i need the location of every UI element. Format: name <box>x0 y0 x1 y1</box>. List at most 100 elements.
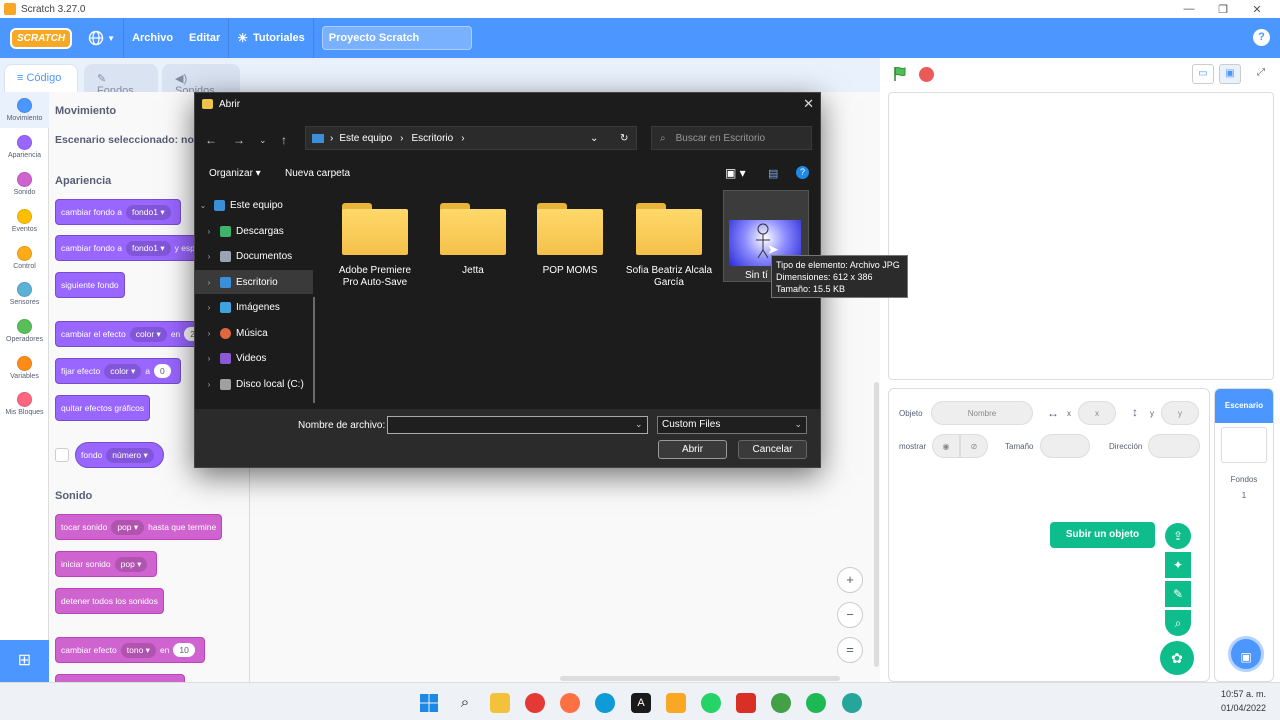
help-icon[interactable]: ? <box>1253 29 1270 46</box>
zoom-in-button[interactable]: + <box>837 567 863 593</box>
filename-input[interactable] <box>387 416 648 434</box>
block-play-sound-until-done[interactable]: tocar sonido pop ▾ hasta que termine <box>55 514 223 540</box>
block-clear-effects[interactable]: quitar efectos gráficos <box>55 395 151 421</box>
block-number-input[interactable]: 10 <box>173 643 195 657</box>
search-box[interactable]: ⌕ Buscar en Escritorio <box>651 126 812 150</box>
choose-backdrop-button[interactable]: ▣ <box>1228 636 1264 672</box>
project-title-input[interactable]: Proyecto Scratch <box>321 26 472 50</box>
show-hidden-button[interactable]: ⊘ <box>960 434 988 458</box>
block-set-effect[interactable]: fijar efecto color ▾ a 0 <box>55 358 181 384</box>
block-change-sound-effect[interactable]: cambiar efecto tono ▾ en 10 <box>55 637 205 663</box>
folder-item[interactable]: Sofia Beatriz Alcala García <box>623 203 715 289</box>
add-extension-button[interactable]: ⊞ <box>0 640 49 682</box>
taskbar-clock[interactable]: 10:57 a. m. 01/04/2022 <box>1221 687 1266 715</box>
sprite-name-input[interactable]: Nombre <box>931 401 1033 425</box>
firefox-icon[interactable] <box>560 693 580 713</box>
refresh-icon[interactable]: ↻ <box>620 133 628 144</box>
block-set-sound-effect[interactable] <box>55 674 185 682</box>
block-dropdown[interactable]: pop ▾ <box>114 556 148 572</box>
preview-pane-icon[interactable]: ▤ <box>768 167 778 180</box>
zoom-out-button[interactable]: − <box>837 602 863 628</box>
stop-icon[interactable] <box>919 67 934 82</box>
horizontal-scrollbar[interactable] <box>560 676 840 681</box>
vertical-scrollbar[interactable] <box>874 382 879 667</box>
editar-menu[interactable]: Editar <box>181 18 228 58</box>
folder-item[interactable]: Adobe Premiere Pro Auto-Save <box>330 203 420 289</box>
paint-sprite-button[interactable]: ✎ <box>1165 581 1191 607</box>
block-switch-backdrop-wait[interactable]: cambiar fondo a fondo1 ▾ y esperar <box>55 235 217 261</box>
stage-thumbnail[interactable] <box>1221 427 1267 463</box>
block-dropdown[interactable]: color ▾ <box>129 326 167 342</box>
edge-icon[interactable] <box>595 693 615 713</box>
forward-arrow-icon[interactable]: → <box>233 133 245 147</box>
cancel-button[interactable]: Cancelar <box>738 440 807 459</box>
stage-canvas[interactable] <box>888 92 1274 380</box>
chrome-profile-icon[interactable] <box>771 693 791 713</box>
category-control[interactable]: Control <box>0 246 49 270</box>
fullscreen-button[interactable]: ⤢ <box>1250 64 1272 84</box>
category-mis-bloques[interactable]: Mis Bloques <box>0 392 49 416</box>
tree-imagenes[interactable]: › Imágenes <box>195 295 313 319</box>
breadcrumb-este-equipo[interactable]: Este equipo <box>339 133 392 144</box>
block-next-backdrop[interactable]: siguiente fondo <box>55 272 125 298</box>
world-app-icon[interactable] <box>842 693 862 713</box>
surprise-sprite-button[interactable]: ✦ <box>1165 552 1191 578</box>
file-type-select[interactable]: Custom Files ⌄ <box>657 416 807 434</box>
spotify-icon[interactable] <box>806 693 826 713</box>
folder-item[interactable]: Jetta <box>428 203 518 277</box>
block-stop-all-sounds[interactable]: detener todos los sonidos <box>55 588 164 614</box>
category-operadores[interactable]: Operadores <box>0 319 49 343</box>
file-explorer-icon[interactable] <box>490 693 510 713</box>
minimize-button[interactable]: — <box>1172 0 1206 18</box>
reporter-checkbox[interactable] <box>55 448 69 462</box>
open-button[interactable]: Abrir <box>658 440 727 459</box>
y-input[interactable]: y <box>1161 401 1199 425</box>
tree-scrollbar[interactable] <box>313 297 315 403</box>
folder-item[interactable]: POP MOMS <box>525 203 615 277</box>
category-variables[interactable]: Variables <box>0 356 49 380</box>
search-icon[interactable]: ⌕ <box>455 693 475 713</box>
tree-disco-local[interactable]: › Disco local (C:) <box>195 372 313 396</box>
size-input[interactable] <box>1040 434 1090 458</box>
block-dropdown[interactable]: pop ▾ <box>111 519 145 535</box>
category-sonido[interactable]: Sonido <box>0 172 49 196</box>
address-dropdown-icon[interactable]: ⌄ <box>590 133 598 144</box>
zoom-reset-button[interactable]: = <box>837 637 863 663</box>
direction-input[interactable] <box>1148 434 1200 458</box>
view-icon[interactable]: ▣ ▾ <box>725 166 746 180</box>
chrome-icon[interactable] <box>525 693 545 713</box>
maximize-button[interactable]: ❐ <box>1206 0 1240 18</box>
tab-costumes[interactable]: ✎ Fondos <box>84 64 158 97</box>
tab-sounds[interactable]: ◀) Sonidos <box>162 64 240 97</box>
up-arrow-icon[interactable]: ↑ <box>281 133 287 147</box>
show-visible-button[interactable]: ◉ <box>932 434 960 458</box>
help-icon[interactable]: ? <box>796 166 809 179</box>
category-eventos[interactable]: Eventos <box>0 209 49 233</box>
category-apariencia[interactable]: Apariencia <box>0 135 49 159</box>
tree-este-equipo[interactable]: ⌄ Este equipo <box>195 193 313 217</box>
choose-sprite-button[interactable]: ✿ <box>1160 641 1194 675</box>
tree-musica[interactable]: › Música <box>195 321 313 345</box>
windows-start-icon[interactable] <box>419 693 439 713</box>
new-folder-button[interactable]: Nueva carpeta <box>285 168 350 179</box>
address-bar[interactable]: › Este equipo › Escritorio › ⌄ ↻ <box>305 126 637 150</box>
x-input[interactable]: x <box>1078 401 1116 425</box>
green-flag-icon[interactable] <box>892 66 908 82</box>
small-stage-button[interactable]: ▭ <box>1192 64 1214 84</box>
back-arrow-icon[interactable]: ← <box>205 133 217 147</box>
snipping-tool-icon[interactable] <box>736 693 756 713</box>
block-dropdown[interactable]: tono ▾ <box>120 642 156 658</box>
filename-dropdown-icon[interactable]: ⌄ <box>635 419 643 430</box>
block-start-sound[interactable]: iniciar sonido pop ▾ <box>55 551 158 577</box>
close-window-button[interactable]: ✕ <box>1240 0 1274 18</box>
block-dropdown[interactable]: número ▾ <box>106 447 154 463</box>
scratch-logo[interactable]: SCRATCH <box>10 27 73 49</box>
organize-menu[interactable]: Organizar ▾ <box>209 168 261 179</box>
normal-stage-button[interactable]: ▣ <box>1219 64 1241 84</box>
scratch-taskbar-icon[interactable] <box>666 693 686 713</box>
category-movimiento[interactable]: Movimiento <box>0 92 49 128</box>
category-sensores[interactable]: Sensores <box>0 282 49 306</box>
tutoriales-menu[interactable]: ☀ Tutoriales <box>229 18 313 58</box>
dialog-close-button[interactable]: ✕ <box>803 96 814 112</box>
tree-escritorio[interactable]: › Escritorio <box>195 270 313 294</box>
